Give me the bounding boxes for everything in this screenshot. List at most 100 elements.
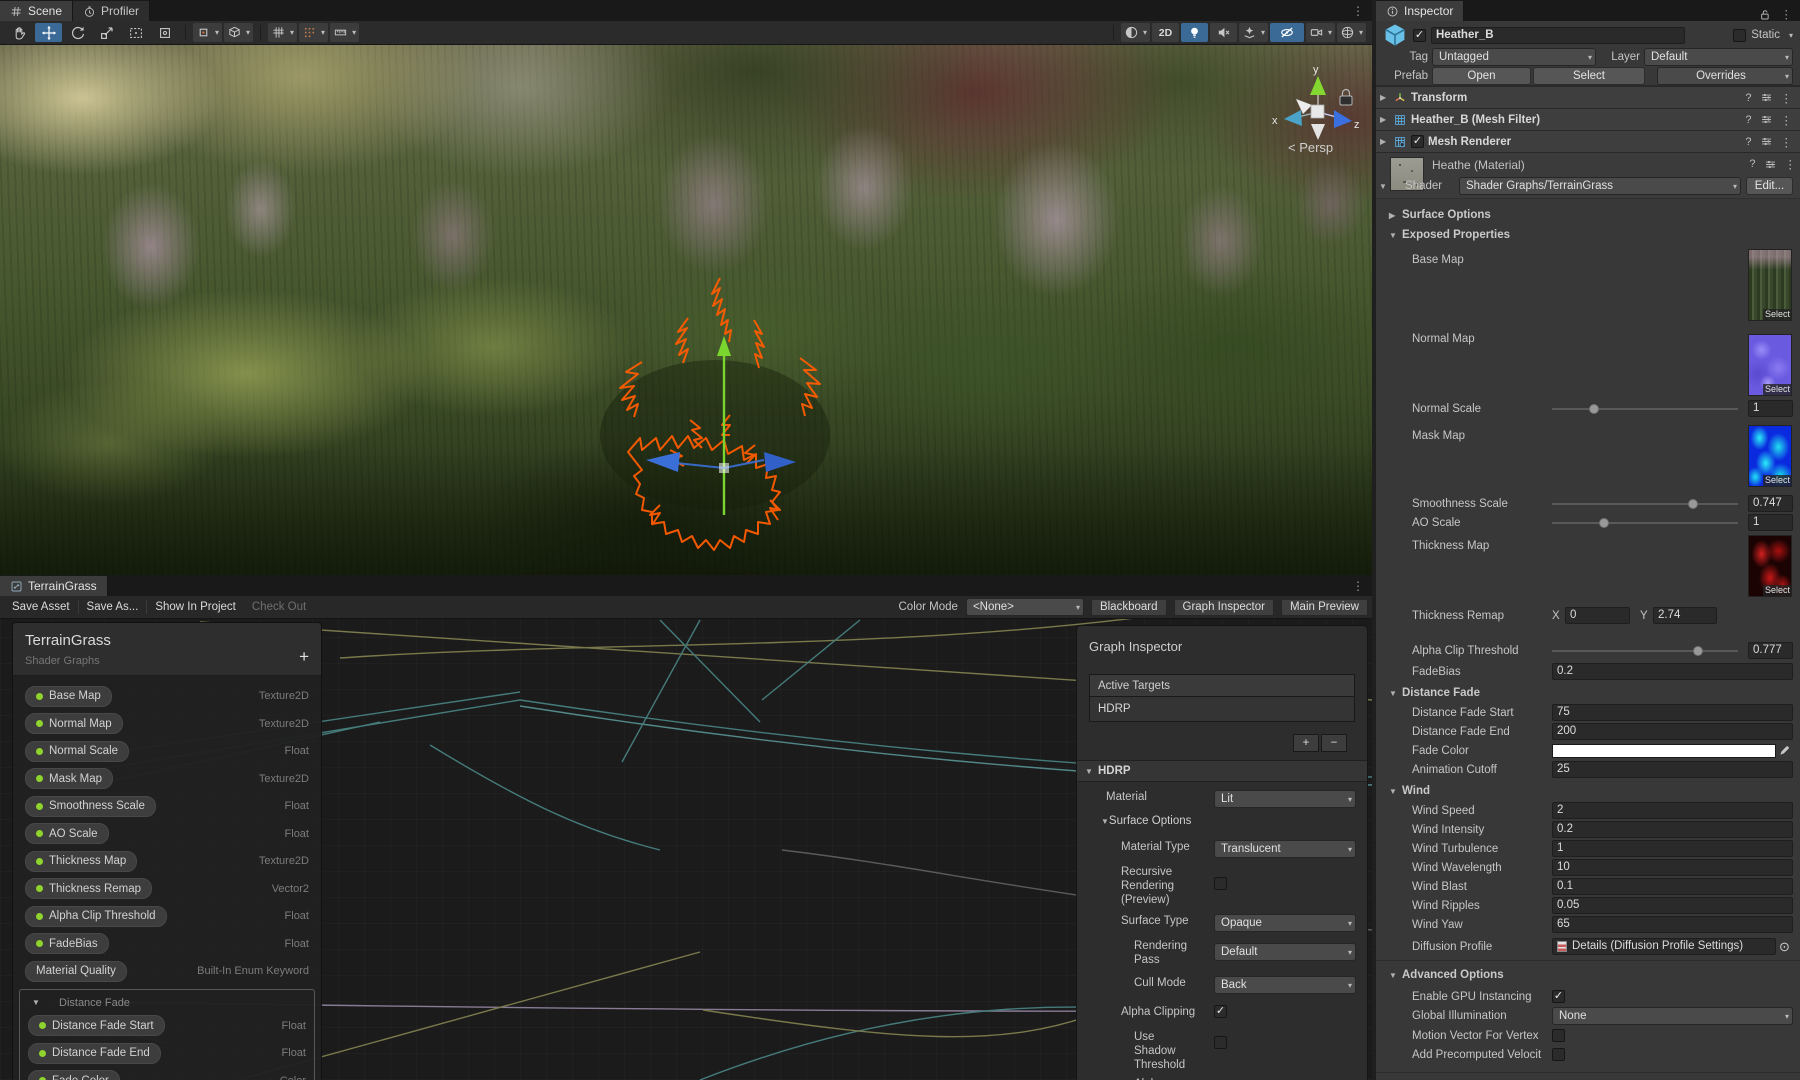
thickness-remap-x-field[interactable]: 0 [1565,607,1630,624]
slider-knob[interactable] [1693,646,1703,656]
preset-icon[interactable] [1760,135,1773,148]
surface-options-foldout[interactable]: ▶Surface Options [1376,205,1800,225]
thickness-map-thumbnail[interactable]: Select [1748,535,1792,597]
property-row[interactable]: Thickness RemapVector2 [25,879,309,899]
fade-color-swatch[interactable] [1552,744,1776,758]
snap-increment-button[interactable]: ▾ [330,23,359,42]
distance-fade-foldout[interactable]: ▼Distance Fade [1376,683,1800,703]
active-checkbox[interactable]: ✓ [1413,29,1426,42]
lighting-toggle-button[interactable] [1181,23,1208,42]
normal-scale-value[interactable]: 1 [1748,400,1793,417]
audio-mute-button[interactable] [1210,23,1237,42]
normal-scale-slider[interactable] [1552,408,1738,410]
property-row[interactable]: AO ScaleFloat [25,824,309,844]
wind-wavelength-field[interactable]: 10 [1552,859,1793,876]
layer-dropdown[interactable]: Default▾ [1644,48,1793,66]
material-menu-icon[interactable]: ⋮ [1785,157,1797,171]
exposed-properties-foldout[interactable]: ▼Exposed Properties [1376,225,1800,245]
help-icon[interactable]: ? [1745,136,1751,148]
use-shadow-threshold-checkbox[interactable] [1214,1036,1227,1049]
surface-options-foldout[interactable]: ▼Surface Options [1077,815,1367,835]
property-row[interactable]: Base MapTexture2D [25,686,309,706]
smoothness-slider[interactable] [1552,503,1738,505]
property-row[interactable]: Fade ColorColor [28,1071,306,1080]
pivot-mode-button[interactable]: ▾ [193,23,222,42]
property-row[interactable]: FadeBiasFloat [25,934,309,954]
base-map-thumbnail[interactable]: Select [1748,249,1792,321]
hidden-objects-button[interactable] [1270,23,1304,42]
tag-dropdown[interactable]: Untagged▾ [1432,48,1596,66]
preset-icon[interactable] [1760,91,1773,104]
hand-tool-button[interactable] [6,23,33,42]
wind-speed-field[interactable]: 2 [1552,802,1793,819]
static-checkbox[interactable] [1733,29,1746,42]
wind-turbulence-field[interactable]: 1 [1552,840,1793,857]
wind-ripples-field[interactable]: 0.05 [1552,897,1793,914]
cull-mode-dropdown[interactable]: Back▾ [1214,976,1356,994]
gizmos-button[interactable]: ▾ [1337,23,1366,42]
component-menu-icon[interactable]: ⋮ [1781,135,1793,149]
gpu-instancing-checkbox[interactable]: ✓ [1552,990,1565,1003]
distance-fade-start-field[interactable]: 75 [1552,704,1793,721]
wind-foldout[interactable]: ▼Wind [1376,781,1800,801]
show-in-project-button[interactable]: Show In Project [147,597,244,618]
graph-panel-menu-icon[interactable]: ⋮ [1344,579,1372,593]
property-row[interactable]: Mask MapTexture2D [25,769,309,789]
component-mesh-filter[interactable]: ▶ Heather_B (Mesh Filter) ? ⋮ [1376,108,1800,130]
property-row[interactable]: Smoothness ScaleFloat [25,796,309,816]
wind-intensity-field[interactable]: 0.2 [1552,821,1793,838]
gameobject-cube-icon[interactable] [1382,22,1408,48]
tab-profiler[interactable]: Profiler [73,1,150,21]
property-row[interactable]: Normal MapTexture2D [25,714,309,734]
ao-value[interactable]: 1 [1748,514,1793,531]
inspector-menu-icon[interactable]: ⋮ [1781,7,1793,21]
wind-yaw-field[interactable]: 65 [1552,916,1793,933]
prefab-select-button[interactable]: Select [1533,67,1645,85]
shader-edit-button[interactable]: Edit... [1746,177,1793,195]
main-preview-toggle-button[interactable]: Main Preview [1281,599,1368,616]
effects-toggle-button[interactable]: ▾ [1239,23,1268,42]
grid-snap-button[interactable]: ▾ [299,23,328,42]
property-row[interactable]: Alpha Clip ThresholdFloat [25,906,309,926]
shader-dropdown[interactable]: Shader Graphs/TerrainGrass▾ [1459,177,1741,195]
advanced-options-foldout[interactable]: ▼Advanced Options [1376,965,1800,985]
normal-map-thumbnail[interactable]: Select [1748,334,1792,396]
material-type-dropdown[interactable]: Translucent▾ [1214,840,1356,858]
pivot-rotation-button[interactable]: ▾ [224,23,253,42]
transform-tool-button[interactable] [151,23,178,42]
check-out-button[interactable]: Check Out [244,597,314,618]
graph-inspector-toggle-button[interactable]: Graph Inspector [1174,599,1274,616]
add-property-button[interactable]: + [299,647,309,667]
grid-visibility-button[interactable]: ▾ [268,23,297,42]
animation-cutoff-field[interactable]: 25 [1552,761,1793,778]
property-row[interactable]: Normal ScaleFloat [25,741,309,761]
rect-tool-button[interactable] [122,23,149,42]
save-asset-button[interactable]: Save Asset [4,597,78,618]
eyedropper-button[interactable] [1776,742,1793,759]
thickness-remap-y-field[interactable]: 2.74 [1653,607,1717,624]
rendering-pass-dropdown[interactable]: Default▾ [1214,943,1356,961]
precomputed-velocity-checkbox[interactable] [1552,1048,1565,1061]
motion-vector-checkbox[interactable] [1552,1029,1565,1042]
slider-knob[interactable] [1589,404,1599,414]
slider-knob[interactable] [1599,518,1609,528]
ao-slider[interactable] [1552,522,1738,524]
lock-icon[interactable] [1758,8,1771,21]
scene-viewport[interactable]: y x z < Persp [0,45,1372,575]
distance-fade-end-field[interactable]: 200 [1552,723,1793,740]
fadebias-field[interactable]: 0.2 [1552,663,1793,680]
alpha-clipping-checkbox[interactable]: ✓ [1214,1005,1227,1018]
add-target-button[interactable]: + [1293,734,1319,752]
preset-icon[interactable] [1760,113,1773,126]
help-icon[interactable]: ? [1745,92,1751,104]
scene-panel-menu-icon[interactable]: ⋮ [1344,4,1372,18]
component-transform[interactable]: ▶ Transform ? ⋮ [1376,86,1800,108]
smoothness-value[interactable]: 0.747 [1748,495,1793,512]
preset-icon[interactable] [1764,158,1777,171]
property-row[interactable]: Thickness MapTexture2D [25,851,309,871]
gameobject-name-field[interactable]: Heather_B [1431,27,1685,44]
camera-settings-button[interactable]: ▾ [1306,23,1335,42]
property-row[interactable]: Distance Fade StartFloat [28,1016,306,1036]
help-icon[interactable]: ? [1745,114,1751,126]
diffusion-profile-field[interactable]: Details (Diffusion Profile Settings) [1552,938,1776,955]
